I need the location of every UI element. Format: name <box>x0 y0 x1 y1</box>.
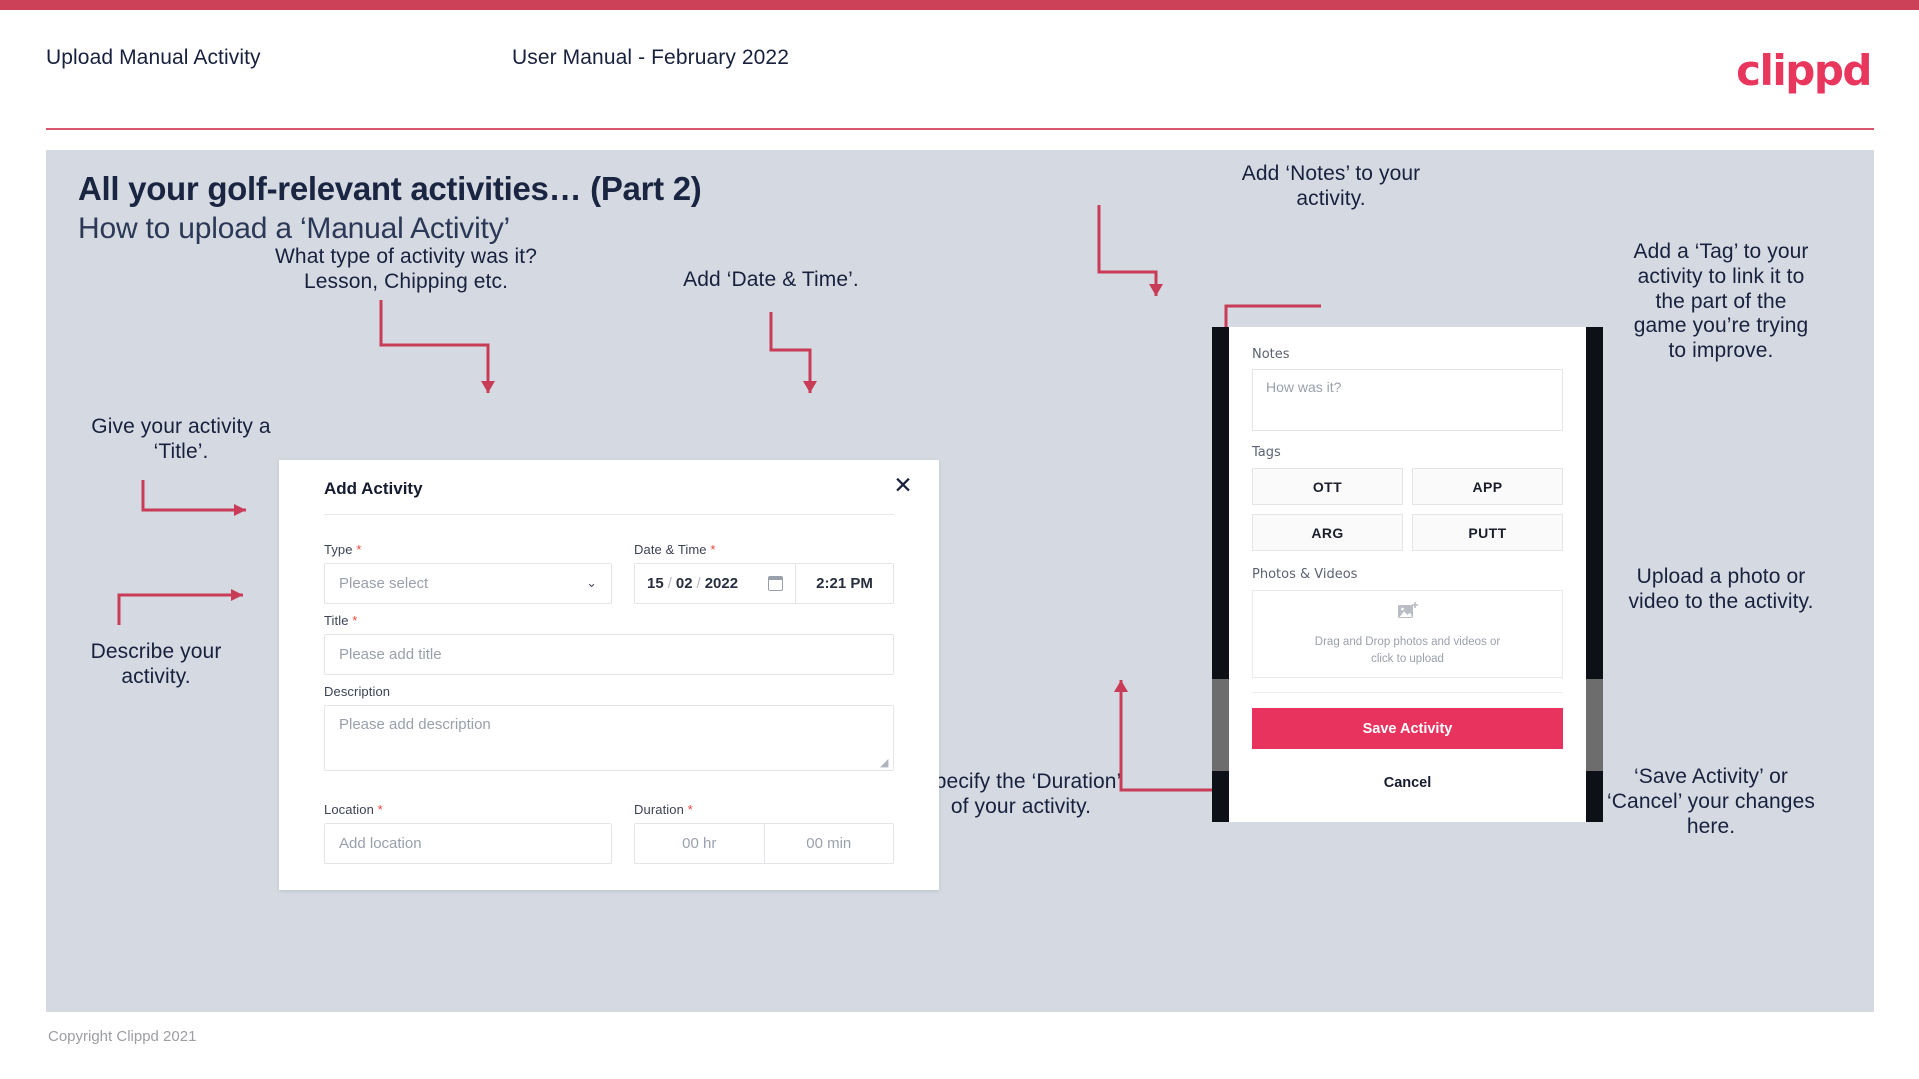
tags-label: Tags <box>1252 445 1281 460</box>
photos-label: Photos & Videos <box>1252 567 1358 582</box>
location-label-text: Location <box>324 802 374 817</box>
cancel-button[interactable]: Cancel <box>1252 775 1563 791</box>
tag-button-app[interactable]: APP <box>1412 468 1563 505</box>
top-accent-bar <box>0 0 1919 10</box>
tags-grid: OTT APP ARG PUTT <box>1252 468 1563 551</box>
dialog-divider <box>324 514 894 515</box>
location-input[interactable]: Add location <box>324 823 612 864</box>
phone-mockup: Notes How was it? Tags OTT APP ARG PUTT … <box>1212 327 1603 822</box>
chevron-down-icon: ⌄ <box>586 576 597 591</box>
duration-control: 00 hr 00 min <box>634 823 894 864</box>
calendar-icon[interactable] <box>768 576 783 591</box>
title-label-text: Title <box>324 613 349 628</box>
save-activity-button[interactable]: Save Activity <box>1252 708 1563 749</box>
field-group-duration: Duration * 00 hr 00 min <box>634 802 894 864</box>
annotation-datetime: Add ‘Date & Time’. <box>683 268 859 291</box>
field-group-title: Title * Please add title <box>324 613 894 675</box>
slide-title: All your golf-relevant activities… (Part… <box>78 170 702 207</box>
dropzone-text: Drag and Drop photos and videos or click… <box>1314 635 1501 665</box>
phone-bezel-right <box>1586 327 1603 822</box>
description-placeholder: Please add description <box>339 716 491 733</box>
location-placeholder: Add location <box>339 835 422 852</box>
date-separator-1: / <box>667 575 672 592</box>
photo-dropzone[interactable]: Drag and Drop photos and videos or click… <box>1252 590 1563 678</box>
date-month: 02 <box>675 575 693 592</box>
notes-label: Notes <box>1252 347 1290 362</box>
tag-button-arg[interactable]: ARG <box>1252 514 1403 551</box>
type-select[interactable]: Please select ⌄ <box>324 563 612 604</box>
annotation-title: Give your activity a ‘Title’. <box>91 415 271 463</box>
type-required-marker: * <box>356 542 362 557</box>
type-label-text: Type <box>324 542 353 557</box>
page-header: Upload Manual Activity User Manual - Feb… <box>0 10 1919 130</box>
clippd-logo: clippd <box>1736 46 1872 95</box>
location-required-marker: * <box>377 802 383 817</box>
duration-label: Duration * <box>634 802 894 817</box>
duration-hours-input[interactable]: 00 hr <box>635 824 764 863</box>
date-separator-2: / <box>696 575 701 592</box>
footer-copyright: Copyright Clippd 2021 <box>48 1028 197 1045</box>
notes-input[interactable]: How was it? <box>1252 369 1563 431</box>
location-label: Location * <box>324 802 612 817</box>
image-add-icon <box>1397 601 1419 626</box>
datetime-label: Date & Time * <box>634 542 894 557</box>
description-textarea[interactable]: Please add description ◢ <box>324 705 894 771</box>
page-title: Upload Manual Activity <box>46 46 261 69</box>
tag-button-ott[interactable]: OTT <box>1252 468 1403 505</box>
phone-bezel-left <box>1212 327 1229 822</box>
datetime-required-marker: * <box>710 542 716 557</box>
dialog-header: Add Activity ✕ <box>279 460 939 514</box>
header-divider <box>46 128 1874 130</box>
phone-divider <box>1252 692 1563 693</box>
annotation-tags: Add a ‘Tag’ to your activity to link it t… <box>1633 240 1809 363</box>
close-icon[interactable]: ✕ <box>890 473 916 499</box>
field-group-datetime: Date & Time * 15 / 02 / 2022 2:21 PM <box>634 542 894 604</box>
phone-scrollbar-right[interactable] <box>1586 679 1603 771</box>
title-label: Title * <box>324 613 894 628</box>
datetime-label-text: Date & Time <box>634 542 707 557</box>
description-label: Description <box>324 684 391 699</box>
dialog-title: Add Activity <box>324 479 423 498</box>
field-group-type: Type * Please select ⌄ <box>324 542 612 604</box>
add-activity-dialog: Add Activity ✕ Type * Please select ⌄ Da… <box>279 460 939 890</box>
annotation-description: Describe your activity. <box>90 640 222 688</box>
duration-label-text: Duration <box>634 802 684 817</box>
datetime-control: 15 / 02 / 2022 2:21 PM <box>634 563 894 604</box>
annotation-photos: Upload a photo or video to the activity. <box>1628 565 1814 613</box>
date-year: 2022 <box>704 575 739 592</box>
field-group-description: Description Please add description ◢ <box>324 684 894 771</box>
annotation-type: What type of activity was it? Lesson, Chi… <box>275 245 537 293</box>
date-input[interactable]: 15 / 02 / 2022 <box>635 564 795 603</box>
notes-placeholder: How was it? <box>1266 379 1342 395</box>
resize-handle-icon[interactable]: ◢ <box>880 757 890 768</box>
field-group-location: Location * Add location <box>324 802 612 864</box>
header-subtitle: User Manual - February 2022 <box>512 46 789 69</box>
annotation-notes: Add ‘Notes’ to your activity. <box>1241 162 1421 210</box>
title-input[interactable]: Please add title <box>324 634 894 675</box>
title-placeholder: Please add title <box>339 646 442 663</box>
time-input[interactable]: 2:21 PM <box>795 564 893 603</box>
slide-subtitle: How to upload a ‘Manual Activity’ <box>78 212 510 245</box>
date-day: 15 <box>647 575 664 592</box>
type-label: Type * <box>324 542 612 557</box>
annotation-save: ‘Save Activity’ or ‘Cancel’ your changes h… <box>1607 765 1815 838</box>
slide-panel: All your golf-relevant activities… (Part… <box>46 150 1874 1012</box>
duration-required-marker: * <box>687 802 693 817</box>
type-placeholder: Please select <box>339 575 429 592</box>
title-required-marker: * <box>352 613 358 628</box>
phone-screen: Notes How was it? Tags OTT APP ARG PUTT … <box>1229 327 1586 822</box>
duration-minutes-input[interactable]: 00 min <box>763 824 894 863</box>
phone-scrollbar-left[interactable] <box>1212 679 1229 771</box>
tag-button-putt[interactable]: PUTT <box>1412 514 1563 551</box>
